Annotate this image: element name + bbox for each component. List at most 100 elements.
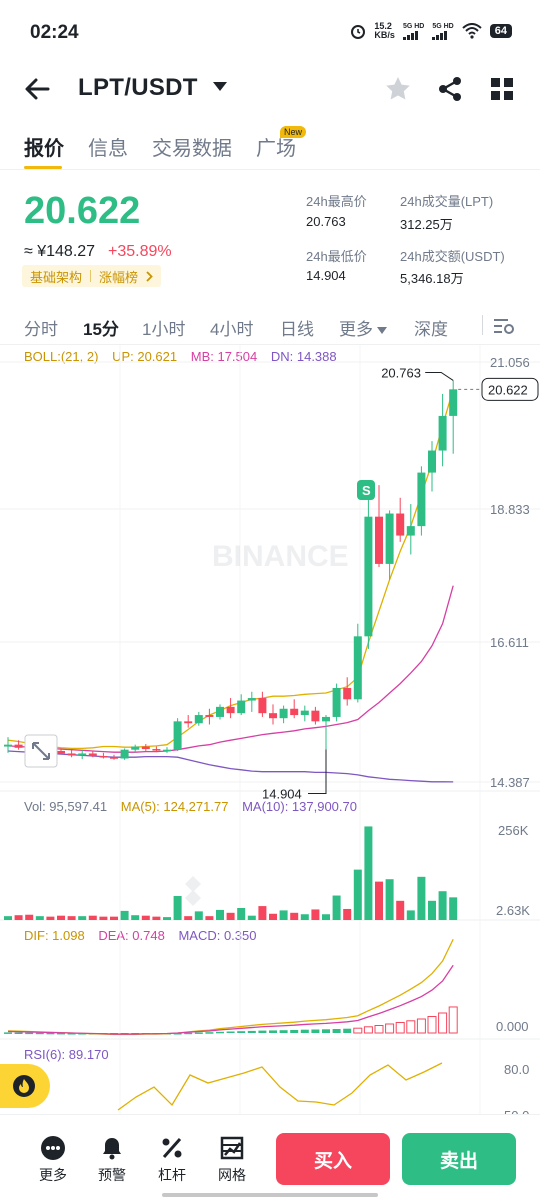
interval-bar: 分时 15分 1小时 4小时 日线 更多 深度 <box>0 305 540 345</box>
candle-body <box>67 753 76 756</box>
tab-quote[interactable]: 报价 <box>24 132 64 161</box>
share-icon[interactable] <box>435 74 465 104</box>
candle-body <box>173 721 182 750</box>
more-label: 更多 <box>39 1167 67 1183</box>
macd-histogram-bar <box>226 1031 235 1033</box>
macd-histogram-bar <box>269 1030 277 1033</box>
change-percent: +35.89% <box>108 243 172 260</box>
sell-button[interactable]: 卖出 <box>402 1133 516 1185</box>
tag-infrastructure[interactable]: 基础架构 <box>30 267 82 286</box>
candle-body <box>343 687 352 700</box>
pair-title[interactable]: LPT/USDT <box>78 74 198 102</box>
macd-histogram-bar <box>406 1020 416 1034</box>
candle-body <box>417 472 426 527</box>
tag-gainers[interactable]: 涨幅榜 <box>99 267 138 286</box>
volume-bar <box>375 881 383 920</box>
candle-body <box>131 746 140 750</box>
candle-body <box>216 706 224 717</box>
interval-1h[interactable]: 1小时 <box>142 315 185 340</box>
macd-dif-line <box>7 938 454 1036</box>
macd-histogram-bar <box>194 1032 203 1034</box>
macd-histogram-bar <box>353 1027 363 1034</box>
interval-depth[interactable]: 深度 <box>414 315 448 340</box>
margin-label: 杠杆 <box>158 1167 186 1183</box>
back-arrow-icon[interactable] <box>22 74 54 104</box>
volume-bar <box>237 908 246 920</box>
candle-body <box>428 450 436 473</box>
macd-histogram-bar <box>427 1016 437 1034</box>
home-indicator <box>162 1193 378 1197</box>
volume-bar <box>57 915 65 920</box>
volume-bar <box>35 916 44 920</box>
rsi-tick-label: 80.0 <box>504 1062 529 1077</box>
interval-4h[interactable]: 4小时 <box>210 315 253 340</box>
macd-histogram-bar <box>300 1029 309 1033</box>
volume-bar <box>428 900 436 920</box>
macd-histogram-bar <box>416 1018 426 1034</box>
candle-body <box>205 715 214 717</box>
candle-body <box>322 716 330 722</box>
volume-bar <box>88 915 97 920</box>
candle-body <box>449 389 458 416</box>
new-badge: New <box>280 126 307 138</box>
macd-histogram-bar <box>237 1031 246 1033</box>
main-tabs: 报价 信息 交易数据 广场 <box>0 124 540 170</box>
interval-time-share[interactable]: 分时 <box>24 315 58 340</box>
candle-body <box>396 513 405 536</box>
volume-bar <box>120 910 129 920</box>
chart-settings-icon[interactable] <box>492 315 516 337</box>
macd-histogram-bar <box>4 1032 12 1034</box>
candle-body <box>364 516 373 637</box>
candle-body <box>152 749 161 751</box>
interval-1d[interactable]: 日线 <box>280 315 314 340</box>
margin-button[interactable]: 杠杆 <box>147 1135 197 1185</box>
alert-button[interactable]: 预警 <box>87 1135 137 1185</box>
candle-body <box>438 415 447 451</box>
volume-bar <box>131 915 140 920</box>
volume-bars <box>4 826 458 920</box>
macd-tick-label: 0.000 <box>496 1019 529 1034</box>
low-marker-label: 14.904 <box>262 786 302 801</box>
volume-bar <box>4 916 12 920</box>
volume-bar <box>290 912 299 920</box>
volume-bar <box>14 915 23 920</box>
candle-body <box>269 713 277 719</box>
candle-body <box>279 708 288 719</box>
app-header: LPT/USDT <box>0 66 540 112</box>
tab-info[interactable]: 信息 <box>88 132 128 161</box>
volume-bar <box>417 876 426 920</box>
kline-chart[interactable]: BINANCE 21.056 18.833 16.611 14.387 20.622 20… <box>0 345 540 1114</box>
buy-button[interactable]: 买入 <box>276 1133 390 1185</box>
flame-fab[interactable] <box>0 1064 50 1108</box>
star-icon[interactable] <box>383 74 413 104</box>
high-value: 20.763 <box>306 214 346 229</box>
macd-histogram-bar <box>385 1023 395 1034</box>
volume-bar <box>449 897 458 920</box>
volume-bar <box>300 914 309 920</box>
flame-icon <box>13 1075 35 1097</box>
chart-grid <box>0 345 540 1114</box>
pair-dropdown-caret-icon[interactable] <box>213 82 227 91</box>
turnover-value: 5,346.18万 <box>400 271 464 286</box>
interval-more[interactable]: 更多 <box>339 315 387 340</box>
high-label: 24h最高价 <box>306 194 367 209</box>
candle-body <box>4 744 12 747</box>
macd-pane <box>4 938 458 1036</box>
interval-15m[interactable]: 15分 <box>83 315 119 340</box>
grid-layout-icon[interactable] <box>487 74 517 104</box>
net-speed: 15.2 KB/s <box>374 22 395 40</box>
volume-bar <box>110 916 118 920</box>
macd-histogram-bar <box>290 1030 299 1033</box>
tab-trading-data[interactable]: 交易数据 <box>152 132 232 161</box>
axis-labels: 21.056 18.833 16.611 14.387 20.622 20.763 14.9… <box>24 355 539 1114</box>
candle-body <box>247 698 256 701</box>
macd-histogram-bar <box>448 1006 458 1034</box>
candle-body <box>237 700 246 714</box>
volume-bar <box>184 916 193 920</box>
more-button[interactable]: 更多 <box>28 1135 78 1185</box>
watermark-text: BINANCE <box>212 540 349 573</box>
percent-icon <box>162 1138 182 1158</box>
volume-bar <box>152 916 161 920</box>
grid-trading-button[interactable]: 网格 <box>207 1135 257 1185</box>
battery-icon: 64 <box>489 24 512 38</box>
